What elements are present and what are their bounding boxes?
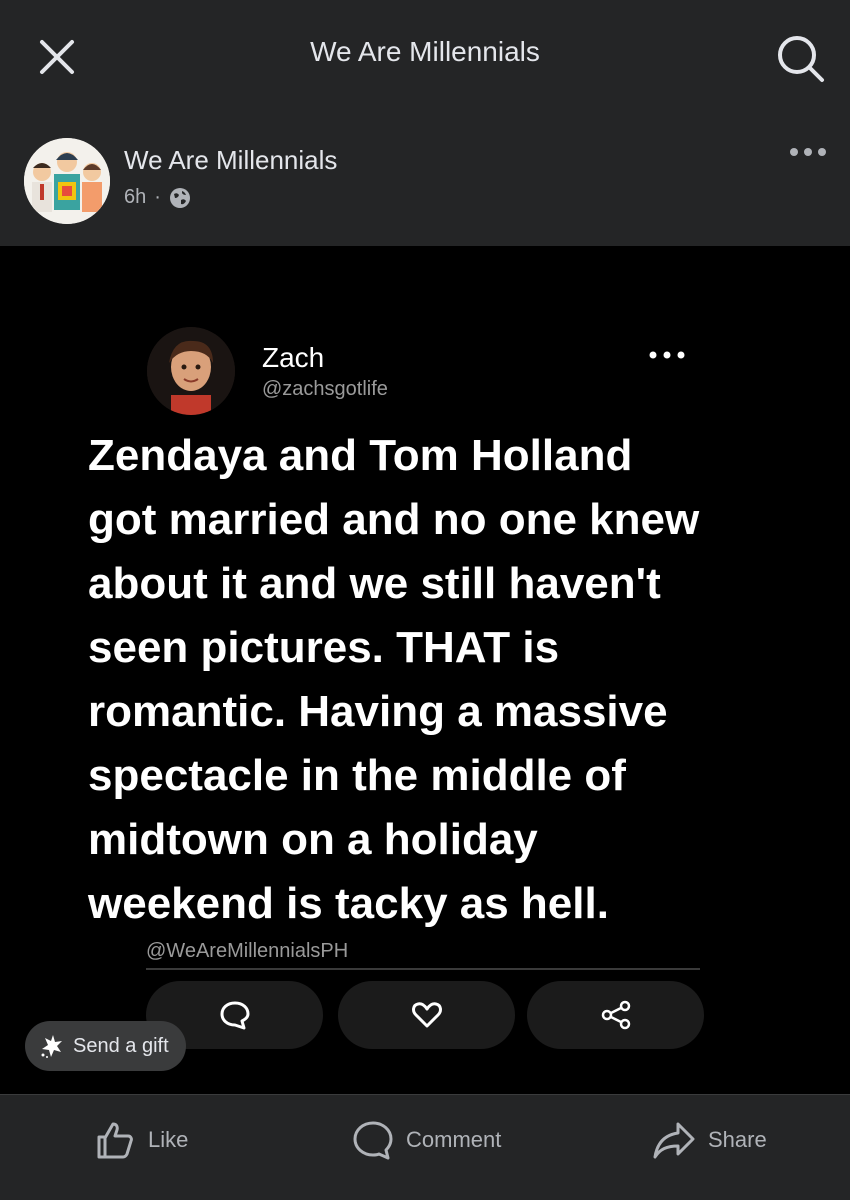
tweet-avatar [147, 327, 235, 415]
post-header: We Are Millennials 6h · [0, 112, 850, 246]
tweet-more-icon [649, 351, 685, 359]
share-button[interactable]: Share [652, 1117, 767, 1163]
top-bar: We Are Millennials [0, 0, 850, 112]
child-photo-icon [147, 327, 235, 415]
page-avatar[interactable] [24, 138, 110, 224]
divider [146, 968, 700, 970]
meta-separator: · [154, 186, 161, 208]
tweet-author-handle: @zachsgotlife [262, 378, 388, 400]
send-gift-label: Send a gift [73, 1034, 169, 1057]
heart-icon [411, 1002, 442, 1028]
comment-button[interactable]: Comment [352, 1117, 501, 1163]
post-time[interactable]: 6h [124, 186, 146, 209]
post-meta: 6h · [124, 186, 191, 209]
gift-sparkle-icon [41, 1035, 62, 1058]
search-button[interactable] [772, 30, 828, 86]
share-arrow-icon [653, 1122, 695, 1159]
post-action-bar: Like Comment Share [0, 1094, 850, 1200]
page-title: We Are Millennials [310, 36, 540, 67]
page-name[interactable]: We Are Millennials [124, 145, 337, 176]
like-button[interactable]: Like [94, 1117, 188, 1163]
send-gift-button[interactable]: Send a gift [25, 1021, 186, 1071]
share-label: Share [708, 1127, 767, 1152]
tweet-share-pill [527, 981, 704, 1049]
post-image[interactable]: Zach @zachsgotlife Zendaya and Tom Holla… [0, 246, 850, 1094]
tweet-text: Zendaya and Tom Holland got married and … [88, 431, 700, 928]
search-icon [778, 36, 824, 82]
tweet-author-name: Zach [262, 342, 325, 373]
more-horizontal-icon [790, 148, 826, 156]
thumbs-up-icon [97, 1122, 133, 1159]
comment-icon [353, 1121, 393, 1160]
share-nodes-icon [601, 1000, 630, 1030]
comment-bubble-icon [220, 1001, 249, 1030]
post-more-button[interactable] [788, 142, 828, 162]
comment-label: Comment [406, 1127, 502, 1152]
millennials-logo-icon [24, 138, 110, 224]
watermark: @WeAreMillennialsPH [146, 940, 349, 962]
globe-icon [169, 187, 190, 208]
like-label: Like [148, 1127, 189, 1152]
tweet-like-pill [338, 981, 515, 1049]
